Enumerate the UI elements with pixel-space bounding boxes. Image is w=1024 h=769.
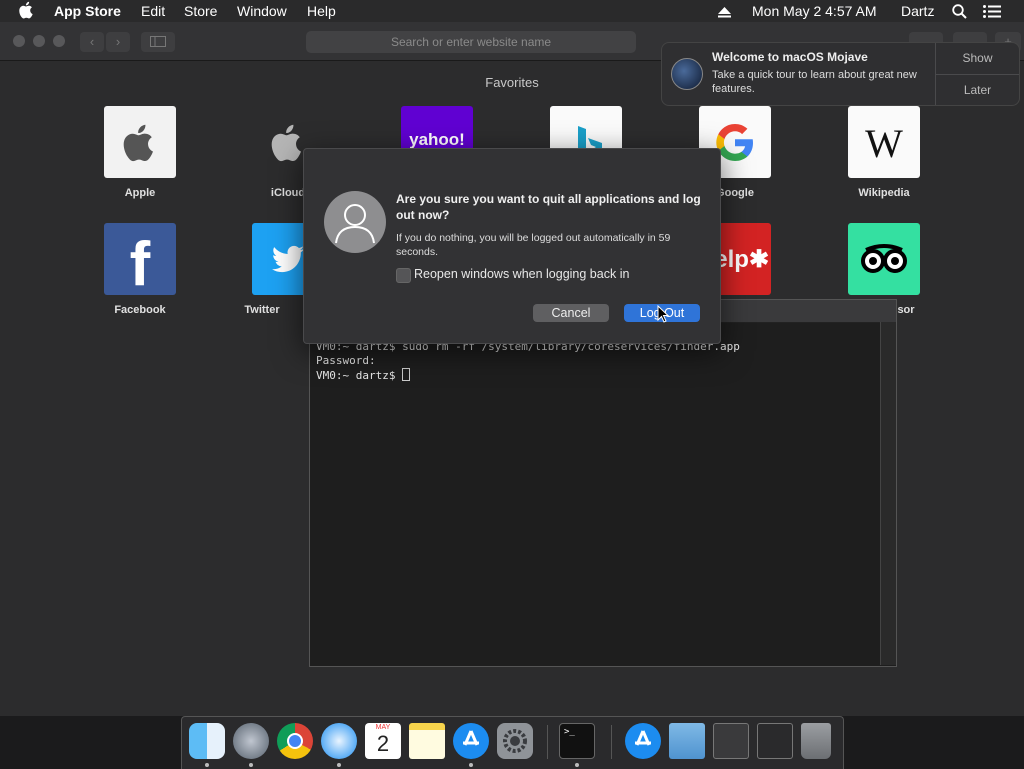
- terminal-prompt: VM0:~ dartz$: [316, 369, 403, 382]
- calendar-month: MAY: [375, 724, 391, 731]
- running-indicator: [469, 763, 473, 767]
- back-button[interactable]: ‹: [80, 32, 104, 52]
- notification-show-button[interactable]: Show: [936, 43, 1019, 75]
- app-store-icon[interactable]: [453, 723, 489, 759]
- sidebar-toggle-button[interactable]: [141, 32, 175, 52]
- terminal-icon[interactable]: >_: [559, 723, 595, 759]
- wikipedia-logo: W: [865, 121, 903, 166]
- terminal-window[interactable]: VM0:~ dartz$ sudo rm -rf /system/library…: [309, 299, 897, 667]
- running-indicator: [205, 763, 209, 767]
- downloads-folder-icon[interactable]: [669, 723, 705, 759]
- calendar-icon[interactable]: MAY 2: [365, 723, 401, 759]
- minimize-window-button[interactable]: [33, 35, 45, 47]
- system-preferences-gear-icon[interactable]: [497, 723, 533, 759]
- trash-icon[interactable]: [801, 723, 831, 759]
- running-indicator: [249, 763, 253, 767]
- dialog-message: If you do nothing, you will be logged ou…: [396, 232, 671, 258]
- terminal-prompt-line: VM0:~ dartz$: [316, 368, 411, 382]
- notification-body: Take a quick tour to learn about great n…: [712, 69, 917, 95]
- zoom-window-button[interactable]: [53, 35, 65, 47]
- chrome-icon[interactable]: [277, 723, 313, 759]
- applications-folder-icon[interactable]: [625, 723, 661, 759]
- reopen-windows-label[interactable]: Reopen windows when logging back in: [414, 267, 629, 281]
- logout-dialog: Are you sure you want to quit all applic…: [303, 148, 721, 344]
- notification-later-button[interactable]: Later: [936, 75, 1019, 105]
- menu-bar: App Store Edit Store Window Help Mon May…: [0, 0, 1024, 22]
- safari-compass-icon[interactable]: [321, 723, 357, 759]
- forward-button[interactable]: ›: [106, 32, 130, 52]
- dock-separator: [547, 725, 548, 759]
- user-avatar-icon: [324, 191, 386, 253]
- launchpad-icon[interactable]: [233, 723, 269, 759]
- cancel-button[interactable]: Cancel: [533, 304, 609, 322]
- dock-separator: [611, 725, 612, 759]
- facebook-logo: f: [129, 230, 151, 295]
- close-window-button[interactable]: [13, 35, 25, 47]
- terminal-scrollbar[interactable]: [880, 322, 896, 665]
- eject-icon[interactable]: [718, 5, 731, 21]
- yahoo-logo-text: yahoo!: [409, 130, 465, 149]
- favorite-twitter-label[interactable]: Twitter: [228, 304, 296, 316]
- reopen-windows-checkbox[interactable]: [396, 268, 411, 283]
- terminal-prompt-glyph: >_: [564, 727, 575, 737]
- notification-title: Welcome to macOS Mojave: [712, 50, 868, 64]
- menubar-clock[interactable]: Mon May 2 4:57 AM: [752, 3, 877, 19]
- menu-help[interactable]: Help: [307, 3, 336, 19]
- finder-icon[interactable]: [189, 723, 225, 759]
- menu-store[interactable]: Store: [184, 3, 217, 19]
- apple-menu-icon[interactable]: [19, 1, 35, 22]
- menubar-user[interactable]: Dartz: [901, 3, 934, 19]
- notes-icon[interactable]: [409, 723, 445, 759]
- terminal-cursor[interactable]: [402, 368, 411, 381]
- favorite-facebook-label[interactable]: Facebook: [80, 304, 200, 316]
- running-indicator: [337, 763, 341, 767]
- calendar-day: 2: [376, 731, 390, 756]
- spotlight-search-icon[interactable]: [952, 4, 967, 22]
- address-bar[interactable]: Search or enter website name: [306, 31, 636, 53]
- menu-window[interactable]: Window: [237, 3, 287, 19]
- dock: MAY 2 >_: [181, 716, 844, 769]
- window-preview-icon[interactable]: [713, 723, 749, 759]
- window-preview-icon[interactable]: [757, 723, 793, 759]
- dialog-title: Are you sure you want to quit all applic…: [396, 192, 701, 222]
- favorite-apple-tile[interactable]: [104, 106, 176, 178]
- welcome-notification[interactable]: Welcome to macOS Mojave Take a quick tou…: [661, 42, 1020, 106]
- running-indicator: [575, 763, 579, 767]
- notification-center-icon[interactable]: [983, 5, 1001, 21]
- mojave-icon: [671, 58, 703, 90]
- app-name-menu[interactable]: App Store: [54, 3, 121, 19]
- favorite-facebook-tile[interactable]: f: [104, 223, 176, 295]
- mouse-pointer-icon: [657, 304, 670, 328]
- favorite-tripadvisor-tile[interactable]: [848, 223, 920, 295]
- favorite-wikipedia-label[interactable]: Wikipedia: [824, 187, 944, 199]
- favorite-wikipedia-tile[interactable]: W: [848, 106, 920, 178]
- menu-edit[interactable]: Edit: [141, 3, 165, 19]
- favorite-apple-label[interactable]: Apple: [80, 187, 200, 199]
- terminal-line: Password:: [316, 354, 376, 367]
